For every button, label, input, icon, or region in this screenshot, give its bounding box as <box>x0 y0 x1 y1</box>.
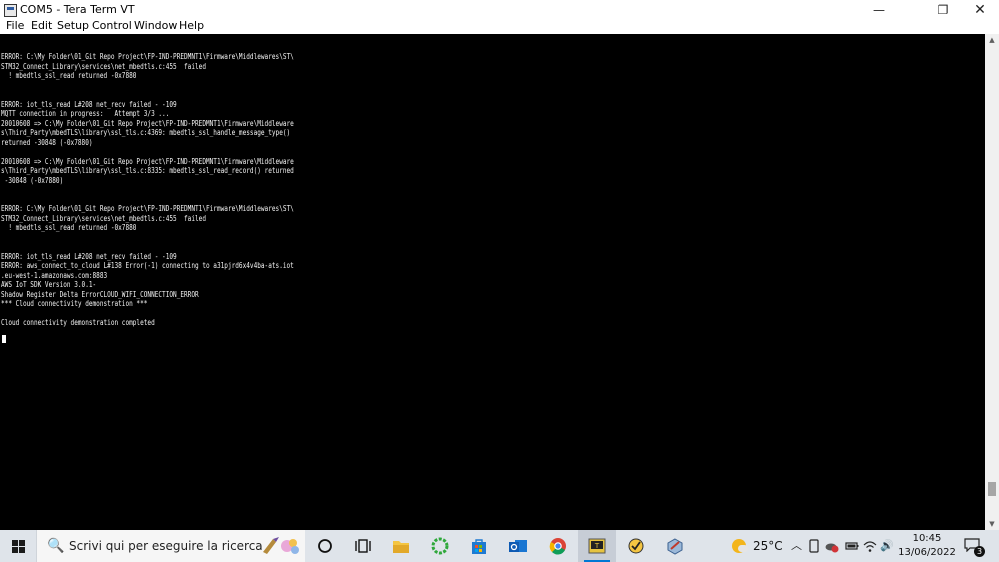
task-view-button[interactable] <box>344 530 382 562</box>
terminal-output: ERROR: C:\My Folder\01_Git Repo Project\… <box>1 52 294 328</box>
terminal-line: STM32_Connect_Library\services\net_mbedt… <box>1 213 206 223</box>
taskbar-search-box[interactable]: 🔍 Scrivi qui per eseguire la ricerca <box>36 530 305 562</box>
notification-count-badge: 3 <box>974 546 985 557</box>
scroll-up-arrow-icon[interactable]: ▲ <box>985 34 999 46</box>
menu-bar: File Edit Setup Control Window Help <box>0 18 999 34</box>
clock-time: 10:45 <box>912 533 942 544</box>
terminal-line: ! mbedtls_ssl_read returned -0x7880 <box>1 223 137 232</box>
taskbar-clock[interactable]: 10:45 13/06/2022 <box>896 532 958 560</box>
terminal-line: ERROR: C:\My Folder\01_Git Repo Project\… <box>1 204 294 213</box>
terminal-cursor <box>2 335 6 343</box>
folder-icon <box>393 541 409 553</box>
scroll-down-arrow-icon[interactable]: ▼ <box>985 518 999 530</box>
close-button[interactable]: ✕ <box>962 0 998 20</box>
terminal-line: ! mbedtls_ssl_read returned -0x7880 <box>1 71 137 80</box>
cloud-icon <box>738 545 748 552</box>
task-view-icon <box>355 539 371 553</box>
terminal-line: s\Third_Party\mbedTLS\library\ssl_tls.c:… <box>1 166 294 175</box>
menu-setup[interactable]: Setup <box>57 19 89 33</box>
battery-icon[interactable] <box>845 540 859 552</box>
clock-date: 13/06/2022 <box>898 547 956 558</box>
menu-window[interactable]: Window <box>134 19 177 33</box>
window-title: COM5 - Tera Term VT <box>20 3 135 16</box>
restore-button[interactable]: ❐ <box>925 0 961 20</box>
vertical-scrollbar[interactable]: ▲ ▼ <box>985 34 999 530</box>
terminal-line: -30848 (-0x7880) <box>1 175 64 185</box>
wifi-icon[interactable] <box>863 539 877 553</box>
weather-widget[interactable]: 25°C <box>728 530 788 562</box>
search-highlight-icon[interactable] <box>259 535 301 557</box>
terminal-line: Shadow Register Delta ErrorCLOUD_WIFI_CO… <box>1 289 199 299</box>
menu-control[interactable]: Control <box>92 19 132 33</box>
terminal-line: MQTT connection in progress: Attempt 3/3… <box>1 109 170 118</box>
taskbar-app-file-explorer[interactable] <box>382 530 420 562</box>
cube-tool-icon <box>667 538 683 555</box>
menu-help[interactable]: Help <box>179 19 204 33</box>
tray-onedrive-error-icon[interactable] <box>825 539 839 553</box>
terminal-line: 20010608 => C:\My Folder\01_Git Repo Pro… <box>1 118 294 128</box>
taskbar-app-store[interactable] <box>460 530 498 562</box>
cortana-circle-icon <box>318 539 332 553</box>
terminal-line: ERROR: aws_connect_to_cloud L#138 Error(… <box>1 261 294 270</box>
terminal-line: returned -30848 (-0x7880) <box>1 137 93 147</box>
cortana-button[interactable] <box>306 530 344 562</box>
terminal-line: *** Cloud connectivity demonstration *** <box>1 299 148 308</box>
tray-device-icon[interactable] <box>808 539 820 553</box>
menu-file[interactable]: File <box>6 19 24 33</box>
terminal-line: ERROR: C:\My Folder\01_Git Repo Project\… <box>1 52 294 61</box>
svg-text:T: T <box>594 542 600 550</box>
taskbar-app-checkmark[interactable] <box>617 530 655 562</box>
taskbar-app-outlook[interactable] <box>499 530 537 562</box>
terminal-line: 20010608 => C:\My Folder\01_Git Repo Pro… <box>1 156 294 166</box>
check-circle-icon <box>628 538 644 554</box>
terminal-line: AWS IoT SDK Version 3.0.1- <box>1 280 97 289</box>
taskbar-app-teraterm[interactable]: T <box>578 530 616 562</box>
search-icon: 🔍 <box>47 538 65 554</box>
terminal-line: STM32_Connect_Library\services\net_mbedt… <box>1 61 206 71</box>
teraterm-app-icon[interactable] <box>4 4 17 17</box>
title-bar[interactable]: COM5 - Tera Term VT — ❐ ✕ <box>0 0 999 20</box>
taskbar-app-chrome[interactable] <box>539 530 577 562</box>
taskbar: 🔍 Scrivi qui per eseguire la ricerca T 2… <box>0 530 999 562</box>
weather-temperature: 25°C <box>753 539 783 553</box>
minimize-button[interactable]: — <box>861 0 897 20</box>
start-button[interactable] <box>0 530 36 562</box>
taskbar-app-loader[interactable] <box>421 530 459 562</box>
terminal-line: .eu-west-1.amazonaws.com:8883 <box>1 270 108 280</box>
store-bag-icon <box>472 539 486 554</box>
scroll-thumb[interactable] <box>988 482 996 496</box>
terminal-screen[interactable]: ERROR: C:\My Folder\01_Git Repo Project\… <box>0 34 985 530</box>
terminal-line: ERROR: iot_tls_read L#208 net_recv faile… <box>1 99 177 109</box>
taskbar-app-cube[interactable] <box>656 530 694 562</box>
windows-logo-icon <box>12 540 25 553</box>
chrome-icon <box>549 538 566 555</box>
green-ring-icon <box>431 537 449 555</box>
speaker-icon[interactable]: 🔊 <box>880 539 894 553</box>
terminal-line: ERROR: iot_tls_read L#208 net_recv faile… <box>1 251 177 261</box>
terminal-line: Cloud connectivity demonstration complet… <box>1 318 155 327</box>
tray-overflow-chevron-icon[interactable]: ︿ <box>791 539 802 553</box>
terminal-line: s\Third_Party\mbedTLS\library\ssl_tls.c:… <box>1 128 291 137</box>
outlook-icon <box>509 540 527 552</box>
teraterm-icon: T <box>588 538 606 554</box>
menu-edit[interactable]: Edit <box>31 19 52 33</box>
search-placeholder: Scrivi qui per eseguire la ricerca <box>69 539 263 553</box>
